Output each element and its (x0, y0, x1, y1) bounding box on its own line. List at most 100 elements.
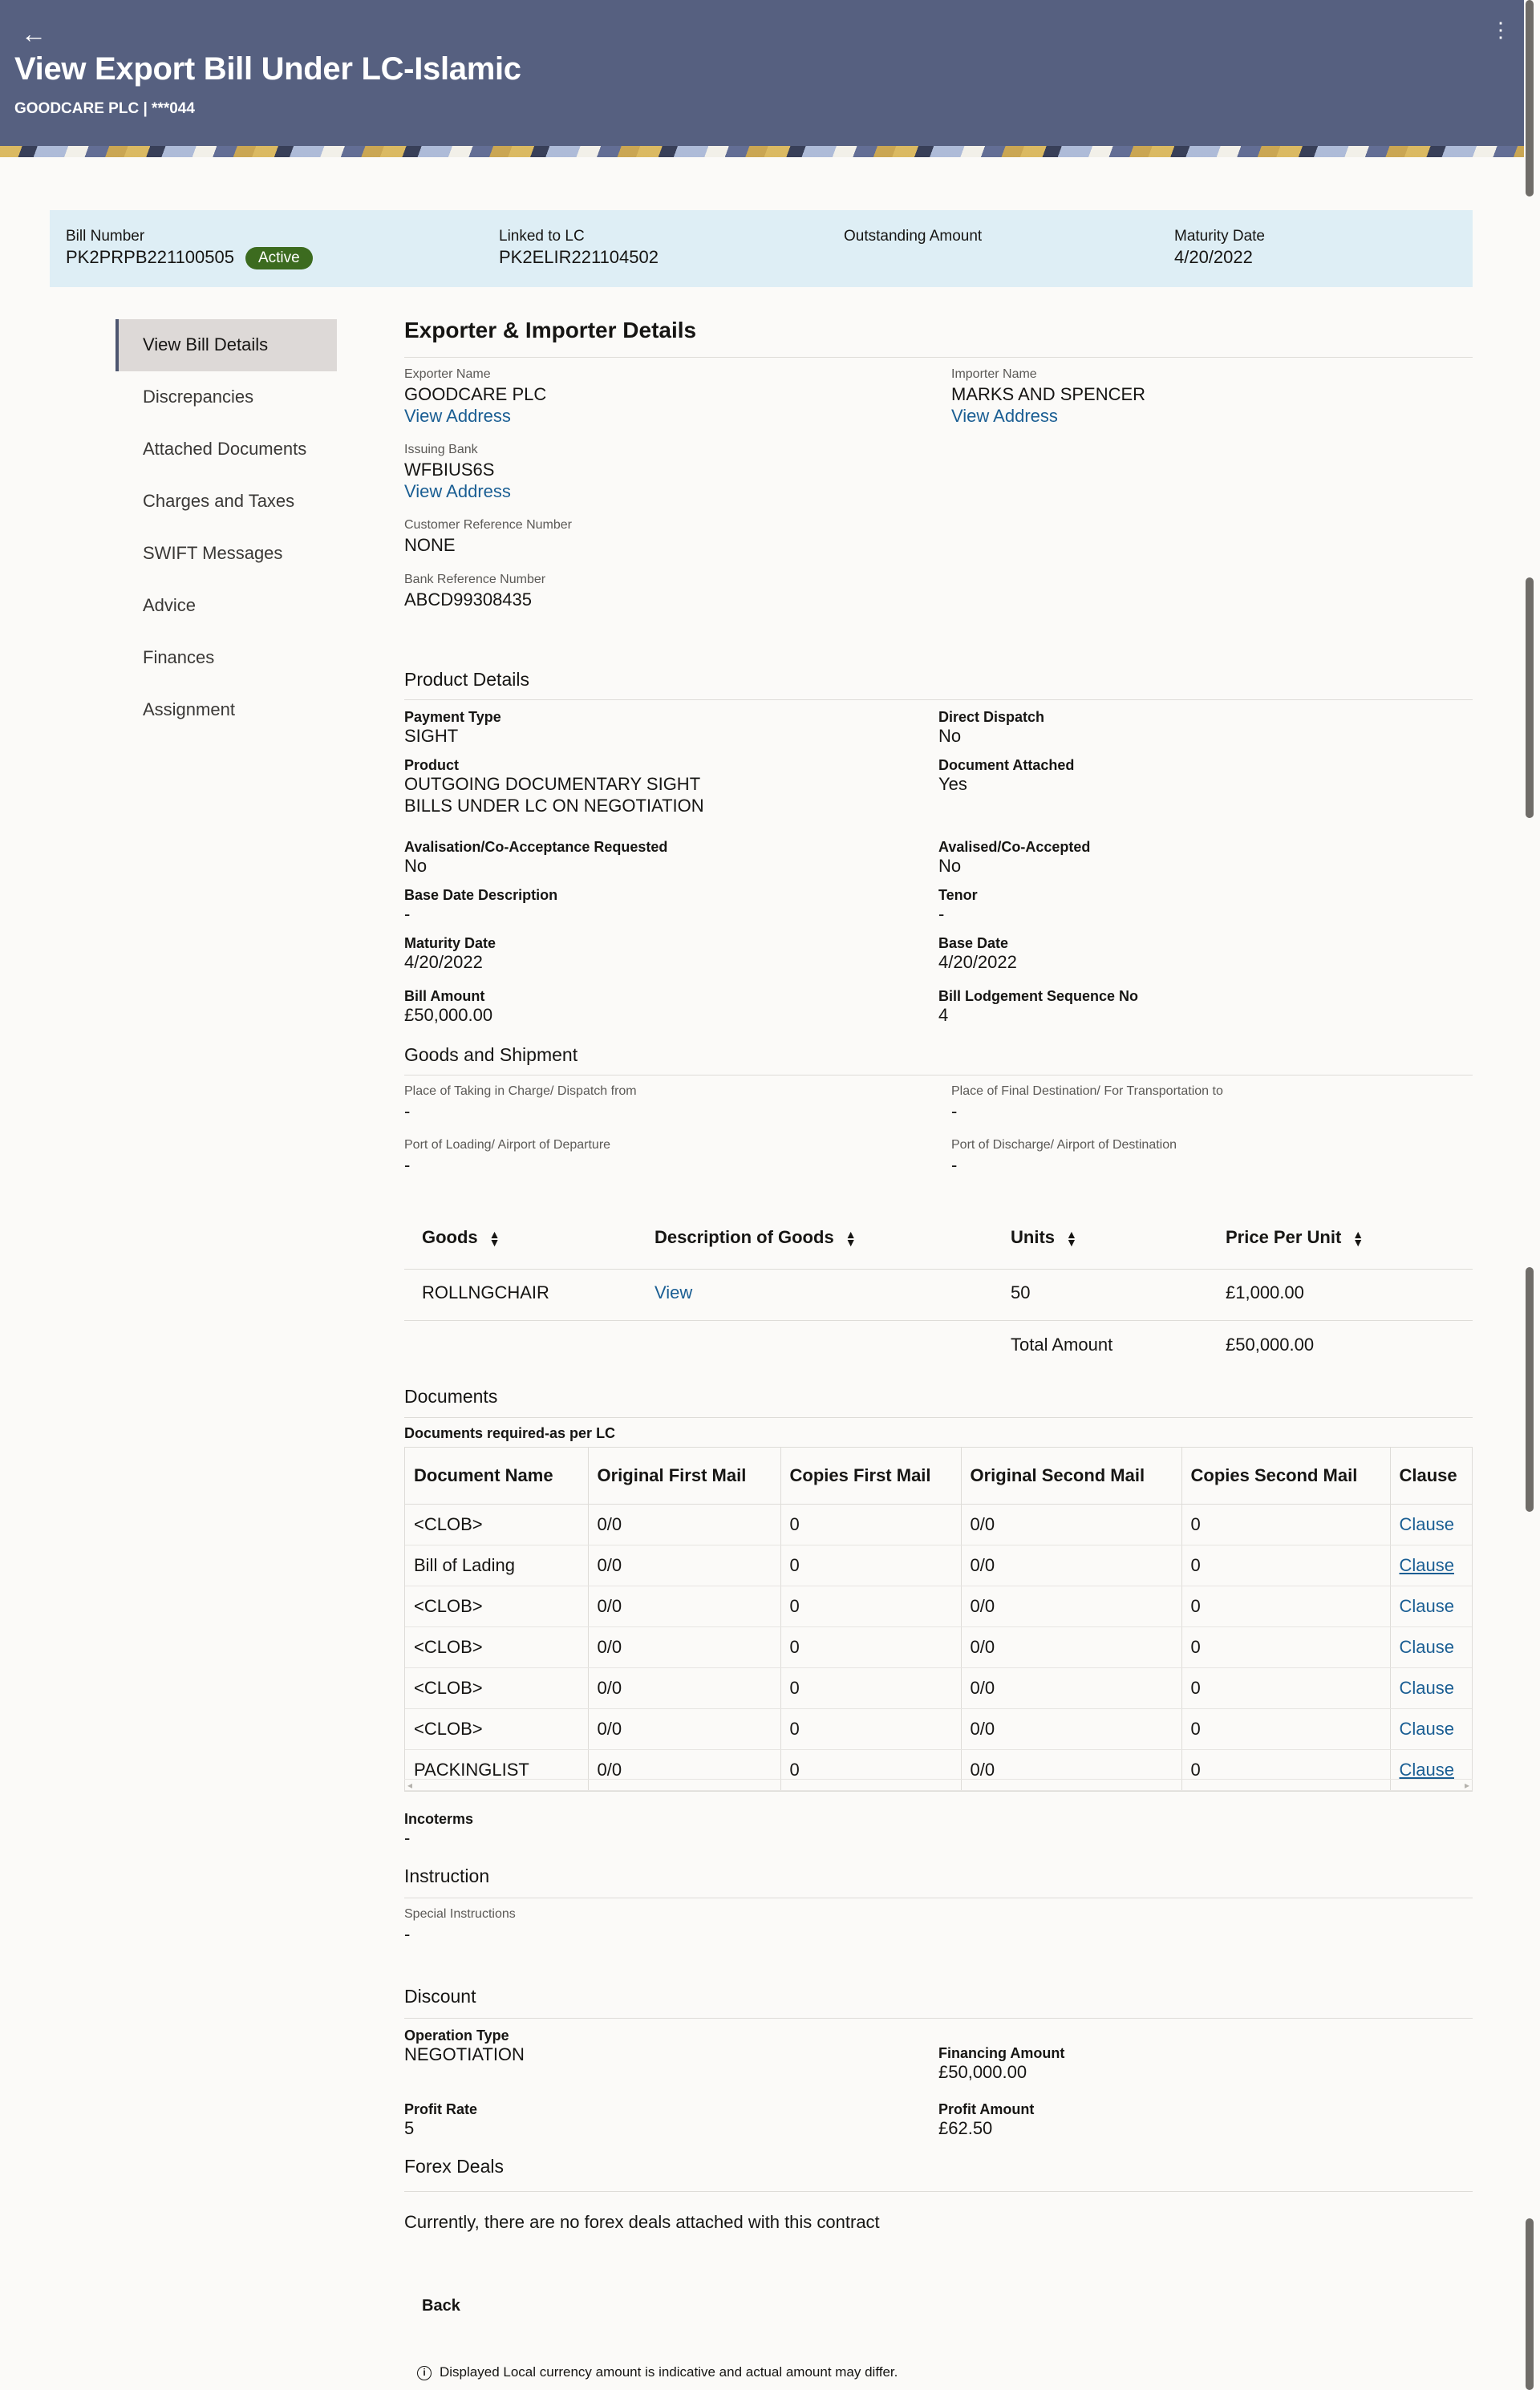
nav-item-charges-and-taxes[interactable]: Charges and Taxes (116, 476, 337, 528)
sort-icon[interactable]: ▲ ▼ (1066, 1229, 1077, 1248)
exporter-name-value: GOODCARE PLC (404, 384, 547, 404)
lodgement-sequence-value: 4 (938, 1005, 949, 1025)
instruction-heading: Instruction (404, 1865, 490, 1886)
scrollbar-thumb-top[interactable] (1526, 0, 1534, 196)
port-loading-value: - (404, 1155, 411, 1175)
exporter-importer-heading: Exporter & Importer Details (404, 318, 697, 342)
bill-number-value: PK2PRPB221100505 (66, 247, 234, 267)
page-title: View Export Bill Under LC-Islamic (14, 51, 521, 87)
divider (404, 1320, 1473, 1321)
table-row: <CLOB> 0/0 0 0/0 0 Clause (405, 1586, 1472, 1627)
scrollbar-thumb-bottom[interactable] (1526, 2218, 1534, 2390)
copies-second-mail-cell: 0 (1181, 1545, 1391, 1586)
nav-item-finances[interactable]: Finances (116, 632, 337, 684)
copies-second-mail-cell: 0 (1181, 1708, 1391, 1750)
clause-link[interactable]: Clause (1400, 1514, 1454, 1534)
bill-summary-bar: Bill Number PK2PRPB221100505 Active Linke… (50, 210, 1473, 287)
table-row: <CLOB> 0/0 0 0/0 0 Clause (405, 1708, 1472, 1750)
issuing-bank-label: Issuing Bank (404, 443, 478, 456)
nav-item-attached-documents[interactable]: Attached Documents (116, 423, 337, 476)
direct-dispatch-label: Direct Dispatch (938, 709, 1045, 725)
more-options-icon[interactable]: ⋮ (1490, 19, 1511, 40)
document-attached-value: Yes (938, 774, 967, 794)
clause-link[interactable]: Clause (1400, 1637, 1454, 1657)
copies-first-mail-cell: 0 (780, 1626, 962, 1668)
bank-reference-label: Bank Reference Number (404, 573, 546, 586)
sort-icon[interactable]: ▲ ▼ (845, 1229, 857, 1248)
original-second-mail-cell: 0/0 (961, 1586, 1182, 1627)
original-first-mail-cell: 0/0 (588, 1708, 781, 1750)
sort-icon[interactable]: ▲ ▼ (489, 1229, 500, 1248)
outstanding-amount-label: Outstanding Amount (844, 228, 983, 245)
goods-column-header[interactable]: Goods ▲ ▼ (422, 1227, 500, 1248)
back-button[interactable]: Back (404, 2289, 478, 2323)
incoterms-value: - (404, 1828, 411, 1848)
scroll-left-icon[interactable]: ◂ (407, 1780, 412, 1791)
price-column-header[interactable]: Price Per Unit ▲ ▼ (1226, 1227, 1364, 1248)
divider (404, 2018, 1473, 2019)
table-row: <CLOB> 0/0 0 0/0 0 Clause (405, 1667, 1472, 1709)
documents-table: Document Name Original First Mail Copies… (404, 1447, 1473, 1792)
column-header-copies-second-mail: Copies Second Mail (1181, 1448, 1391, 1505)
currency-disclaimer-text: Displayed Local currency amount is indic… (440, 2364, 898, 2380)
column-header-original-first-mail: Original First Mail (588, 1448, 781, 1505)
original-second-mail-cell: 0/0 (961, 1545, 1182, 1586)
divider (404, 357, 1473, 358)
issuing-bank-view-address-link[interactable]: View Address (404, 481, 511, 502)
document-name-cell: Bill of Lading (405, 1545, 589, 1586)
nav-item-advice[interactable]: Advice (116, 580, 337, 632)
clause-link[interactable]: Clause (1400, 1760, 1454, 1780)
column-header-copies-first-mail: Copies First Mail (780, 1448, 962, 1505)
description-column-header[interactable]: Description of Goods ▲ ▼ (654, 1227, 857, 1248)
clause-link[interactable]: Clause (1400, 1678, 1454, 1698)
bank-reference-value: ABCD99308435 (404, 589, 533, 610)
port-discharge-value: - (951, 1155, 958, 1175)
scrollbar-track[interactable] (1524, 0, 1540, 2390)
taking-charge-label: Place of Taking in Charge/ Dispatch from (404, 1084, 637, 1098)
copies-first-mail-cell: 0 (780, 1708, 962, 1750)
document-attached-label: Document Attached (938, 757, 1075, 773)
exporter-view-address-link[interactable]: View Address (404, 406, 511, 427)
scrollbar-thumb-upper[interactable] (1526, 577, 1534, 818)
taking-charge-value: - (404, 1101, 411, 1121)
clause-link[interactable]: Clause (1400, 1719, 1454, 1739)
linked-lc-value: PK2ELIR221104502 (499, 247, 659, 267)
back-arrow-icon[interactable]: ← (21, 18, 47, 50)
tenor-label: Tenor (938, 887, 978, 903)
total-amount-label: Total Amount (1011, 1335, 1113, 1355)
port-discharge-label: Port of Discharge/ Airport of Destinatio… (951, 1138, 1177, 1152)
tenor-value: - (938, 904, 945, 924)
special-instructions-value: - (404, 1924, 411, 1944)
exporter-name-label: Exporter Name (404, 367, 491, 381)
goods-description-view-link[interactable]: View (654, 1282, 692, 1303)
nav-item-view-bill-details[interactable]: View Bill Details (116, 319, 337, 371)
documents-heading: Documents (404, 1386, 498, 1407)
copies-second-mail-cell: 0 (1181, 1586, 1391, 1627)
document-name-cell: <CLOB> (405, 1708, 589, 1750)
original-second-mail-cell: 0/0 (961, 1708, 1182, 1750)
status-badge: Active (245, 247, 313, 270)
base-date-label: Base Date (938, 935, 1009, 951)
final-destination-value: - (951, 1101, 958, 1121)
maturity-date-label: Maturity Date (1174, 228, 1265, 245)
avalised-value: No (938, 856, 962, 876)
table-horizontal-scrollbar[interactable]: ◂ ▸ (404, 1779, 1473, 1792)
maturity-date-block: Maturity Date 4/20/2022 (1174, 228, 1265, 268)
nav-item-discrepancies[interactable]: Discrepancies (116, 371, 337, 423)
original-second-mail-cell: 0/0 (961, 1626, 1182, 1668)
scroll-right-icon[interactable]: ▸ (1465, 1780, 1469, 1791)
importer-view-address-link[interactable]: View Address (951, 406, 1058, 427)
clause-link[interactable]: Clause (1400, 1596, 1454, 1616)
payment-type-label: Payment Type (404, 709, 501, 725)
nav-item-assignment[interactable]: Assignment (116, 684, 337, 736)
scrollbar-thumb-middle[interactable] (1526, 1267, 1534, 1512)
product-details-heading: Product Details (404, 669, 529, 690)
nav-item-swift-messages[interactable]: SWIFT Messages (116, 528, 337, 580)
base-date-description-value: - (404, 904, 411, 924)
discount-heading: Discount (404, 1986, 476, 2007)
sort-icon[interactable]: ▲ ▼ (1352, 1229, 1364, 1248)
port-loading-label: Port of Loading/ Airport of Departure (404, 1138, 611, 1152)
units-column-header[interactable]: Units ▲ ▼ (1011, 1227, 1077, 1248)
clause-link[interactable]: Clause (1400, 1555, 1454, 1575)
base-date-description-label: Base Date Description (404, 887, 558, 903)
